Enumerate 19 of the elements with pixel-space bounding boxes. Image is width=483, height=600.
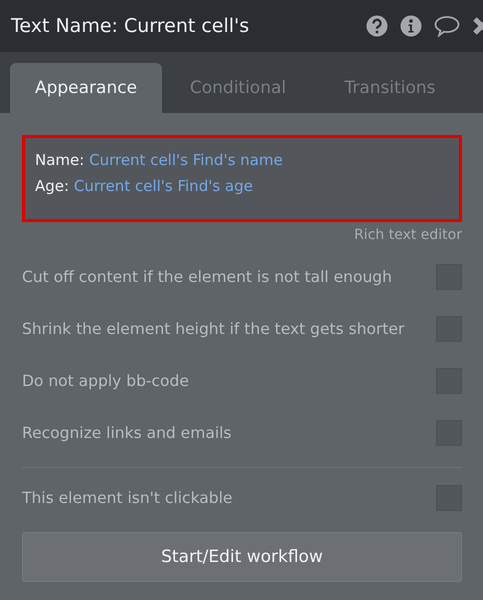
help-icon[interactable]	[366, 15, 388, 37]
info-icon[interactable]	[400, 15, 422, 37]
workflow-button[interactable]: Start/Edit workflow	[22, 532, 462, 582]
option-label: Recognize links and emails	[22, 424, 232, 442]
option-label: Cut off content if the element is not tall enough	[22, 268, 392, 286]
dynamic-expression[interactable]: Current cell's Find's name	[89, 151, 283, 169]
field-label: Age:	[35, 177, 70, 195]
option-label: Do not apply bb-code	[22, 372, 189, 390]
tab[interactable]: Appearance	[10, 63, 162, 113]
comment-icon[interactable]	[434, 15, 460, 37]
tab[interactable]: Transitions	[314, 63, 466, 113]
tab[interactable]: Conditional	[162, 63, 314, 113]
field-label: Name:	[35, 151, 84, 169]
window-title: Text Name: Current cell's	[11, 15, 250, 37]
dynamic-expression[interactable]: Current cell's Find's age	[74, 177, 253, 195]
option-label: Shrink the element height if the text gets shorter	[22, 320, 404, 338]
text-editor[interactable]: Name: Current cell's Find's name Age: Current cell's Find's age	[22, 135, 462, 222]
rich-text-editor-link[interactable]: Rich text editor	[354, 227, 462, 243]
option-label: This element isn't clickable	[22, 489, 232, 507]
